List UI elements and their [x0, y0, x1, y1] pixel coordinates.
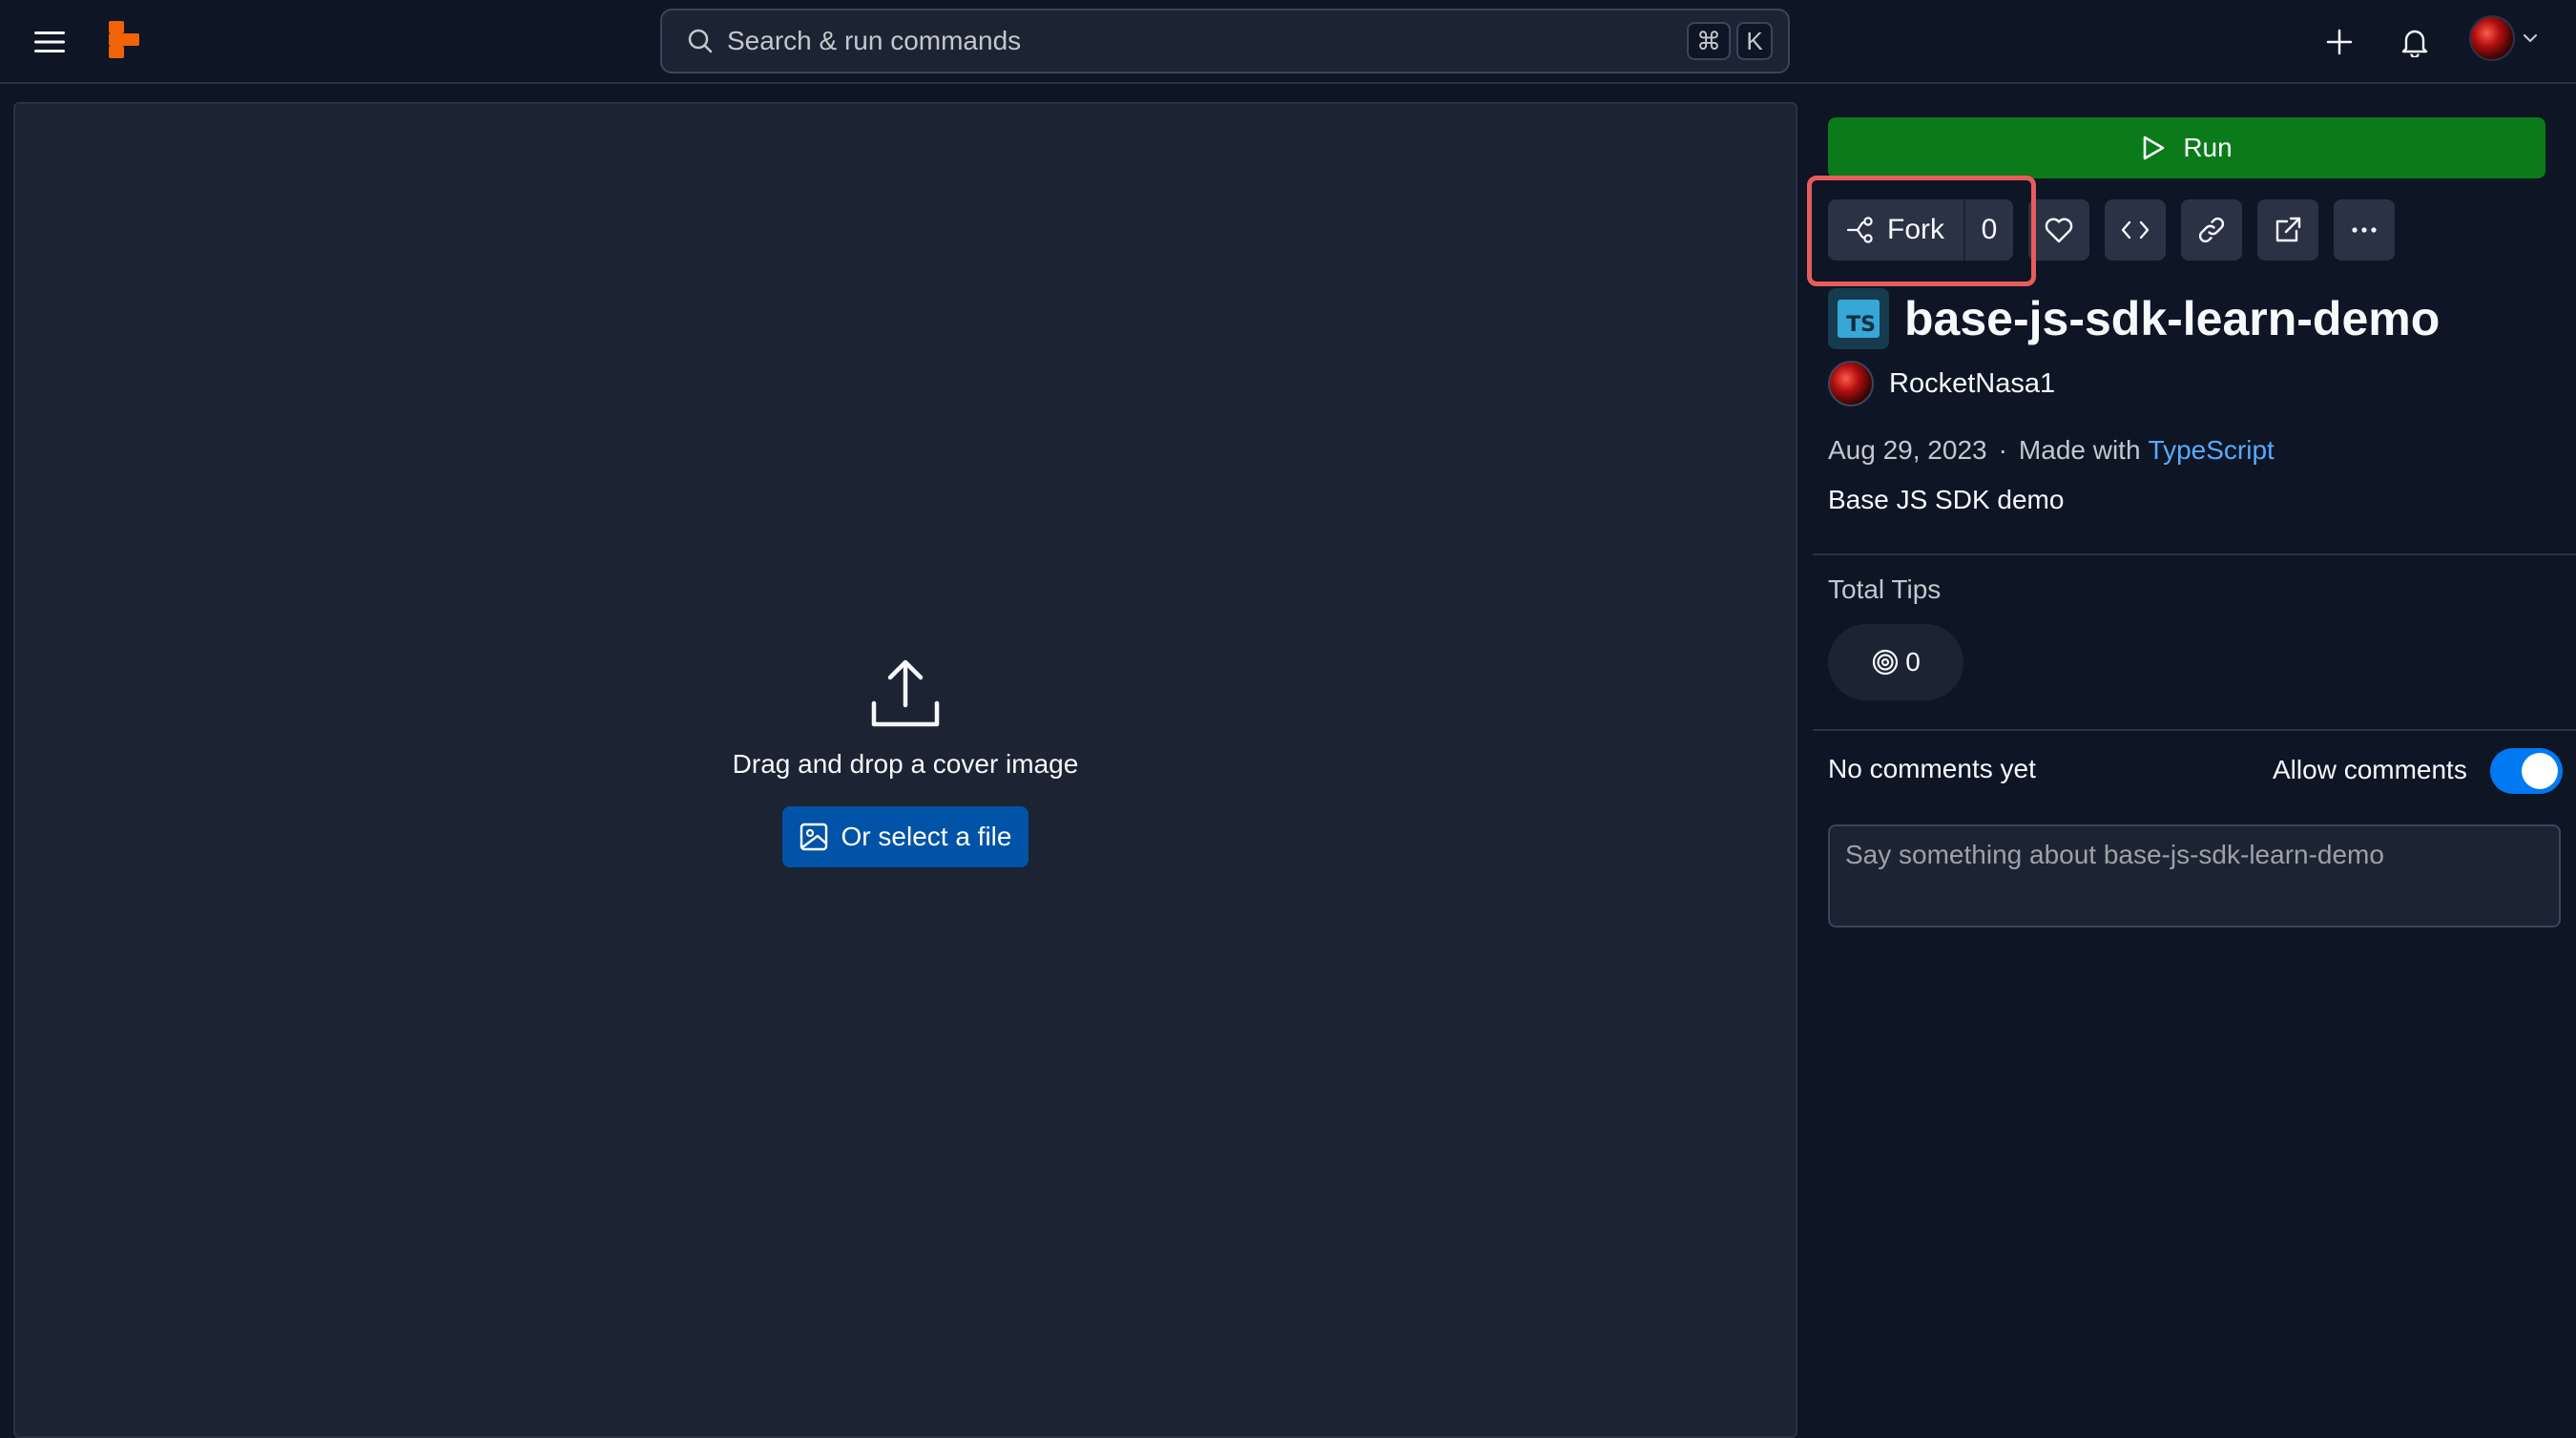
user-avatar [2469, 15, 2515, 61]
repl-title: base-js-sdk-learn-demo [1904, 292, 2441, 345]
repl-title-row: TS base-js-sdk-learn-demo [1828, 288, 2440, 349]
comment-input[interactable]: Say something about base-js-sdk-learn-de… [1828, 824, 2561, 927]
chevron-down-icon [2523, 33, 2538, 43]
bell-icon [2401, 30, 2428, 57]
search-placeholder: Search & run commands [727, 26, 1022, 55]
heart-icon [2045, 218, 2073, 243]
replit-logo-icon [109, 21, 139, 58]
typescript-badge-text: TS [1846, 313, 1876, 337]
shortcut-key-k: K [1736, 22, 1773, 60]
cycles-icon [1873, 649, 1899, 676]
replit-logo[interactable] [107, 21, 149, 63]
repl-description: Base JS SDK demo [1828, 485, 2065, 514]
menu-button[interactable] [29, 21, 71, 63]
fork-button[interactable]: Fork [1828, 199, 1963, 261]
total-tips-label: Total Tips [1828, 574, 1942, 604]
open-external-button[interactable] [2257, 199, 2318, 261]
search-icon [688, 29, 713, 53]
toggle-knob [2522, 753, 2558, 789]
section-divider [1813, 729, 2576, 731]
section-divider [1813, 553, 2576, 555]
plus-icon [2326, 29, 2353, 55]
link-icon [2198, 217, 2225, 243]
external-link-icon [2275, 217, 2301, 242]
select-file-button[interactable]: Or select a file [781, 806, 1029, 867]
top-bar: Search & run commands ⌘ K [0, 0, 2576, 84]
search-bar[interactable]: Search & run commands ⌘ K [660, 9, 1790, 73]
run-label: Run [2183, 133, 2233, 162]
image-icon [800, 823, 827, 851]
run-button[interactable]: Run [1828, 117, 2545, 178]
action-toolbar: Fork 0 [1828, 199, 2395, 261]
author-link[interactable]: RocketNasa1 [1828, 361, 2055, 406]
more-options-button[interactable] [2334, 199, 2395, 261]
author-avatar [1828, 361, 1874, 406]
play-icon [2144, 135, 2165, 160]
fork-icon [1846, 217, 1873, 243]
typescript-badge: TS [1838, 300, 1880, 338]
no-comments-text: No comments yet [1828, 754, 2036, 783]
keyboard-shortcut: ⌘ K [1687, 22, 1773, 60]
made-with-label: Made with [2018, 435, 2141, 465]
typescript-icon: TS [1828, 288, 1889, 349]
upload-icon [871, 659, 940, 727]
repl-meta: Aug 29, 2023 · Made with TypeScript [1828, 435, 2275, 466]
cover-image-dropzone[interactable]: Drag and drop a cover image Or select a … [13, 102, 1797, 1438]
allow-comments-toggle[interactable] [2490, 748, 2563, 794]
account-menu[interactable] [2469, 15, 2538, 61]
create-button[interactable] [2316, 19, 2362, 65]
repl-details-panel: Run Fork 0 TS base-js-sdk-learn-demo Roc… [1813, 84, 2576, 1424]
fork-count[interactable]: 0 [1965, 199, 2013, 261]
shortcut-key-cmd: ⌘ [1687, 22, 1731, 60]
dropzone-content: Drag and drop a cover image Or select a … [15, 657, 1796, 867]
more-icon [2352, 227, 2377, 233]
select-file-label: Or select a file [841, 822, 1012, 851]
meta-separator: · [1998, 435, 2007, 465]
created-date: Aug 29, 2023 [1828, 435, 1987, 465]
fork-label: Fork [1887, 214, 1944, 245]
tips-count: 0 [1905, 647, 1921, 677]
menu-icon [34, 31, 65, 52]
notifications-button[interactable] [2392, 19, 2438, 65]
tips-button[interactable]: 0 [1828, 624, 1963, 700]
copy-link-button[interactable] [2181, 199, 2242, 261]
allow-comments-label: Allow comments [2273, 755, 2467, 784]
fork-button-group: Fork 0 [1828, 199, 2013, 261]
language-link[interactable]: TypeScript [2149, 435, 2275, 466]
author-name: RocketNasa1 [1889, 367, 2056, 399]
like-button[interactable] [2028, 199, 2089, 261]
view-code-button[interactable] [2105, 199, 2166, 261]
dropzone-text: Drag and drop a cover image [732, 749, 1079, 779]
code-icon [2121, 220, 2150, 240]
